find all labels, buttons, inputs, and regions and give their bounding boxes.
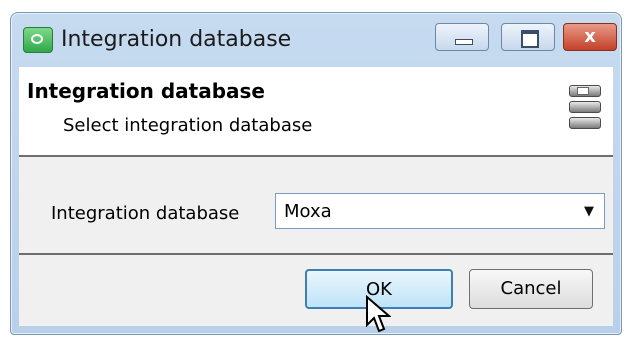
dialog-client-area: Integration database Select integration … — [19, 67, 613, 326]
title-bar[interactable]: Integration database x — [11, 13, 621, 67]
minimize-icon — [455, 39, 473, 45]
window-title: Integration database — [61, 27, 292, 52]
dialog-window: Integration database x Integration datab… — [10, 12, 622, 335]
app-eye-icon — [23, 27, 53, 53]
dialog-header: Integration database Select integration … — [19, 67, 613, 157]
dropdown-arrow-icon[interactable]: ▼ — [584, 204, 594, 219]
maximize-icon — [521, 30, 539, 48]
close-icon: x — [584, 26, 596, 47]
minimize-button[interactable] — [435, 23, 489, 51]
integration-database-label: Integration database — [51, 203, 240, 224]
footer-divider — [19, 253, 613, 255]
mouse-cursor-icon — [366, 295, 391, 333]
close-button[interactable]: x — [563, 23, 617, 51]
integration-database-select[interactable]: Moxa ▼ — [275, 193, 605, 229]
header-subtitle: Select integration database — [63, 115, 313, 136]
cancel-button[interactable]: Cancel — [469, 269, 593, 309]
select-value: Moxa — [284, 201, 332, 222]
maximize-button[interactable] — [501, 23, 555, 51]
header-title: Integration database — [27, 79, 265, 103]
database-icon — [569, 85, 601, 131]
